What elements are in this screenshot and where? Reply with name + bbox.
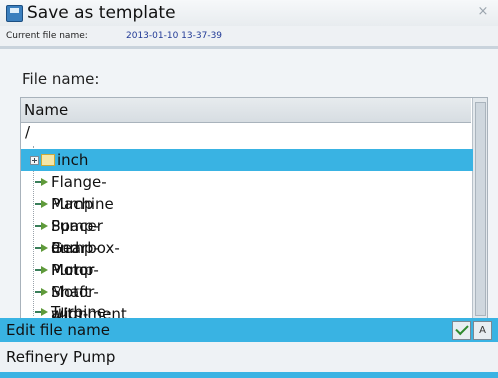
edit-file-name-label: Edit file name	[6, 321, 110, 339]
edit-file-name-bar: Edit file name A	[0, 318, 498, 342]
tree-line	[33, 146, 34, 316]
template-file-icon	[35, 200, 49, 209]
name-column-header[interactable]: Name	[21, 98, 471, 123]
template-file-icon	[35, 266, 49, 275]
template-file-icon	[35, 178, 49, 187]
file-name-input[interactable]	[0, 342, 498, 378]
keyboard-icon[interactable]: A	[473, 321, 492, 340]
scrollbar[interactable]	[472, 98, 487, 319]
folder-label: inch	[57, 151, 89, 169]
folder-icon	[41, 154, 55, 166]
accept-icon[interactable]	[452, 321, 471, 340]
current-file-bar: Current file name: 2013-01-10 13-37-39	[0, 26, 498, 49]
save-icon	[6, 5, 23, 22]
expand-icon[interactable]	[30, 156, 39, 165]
scroll-thumb[interactable]	[475, 102, 486, 316]
root-folder-label[interactable]: /	[25, 123, 30, 141]
template-file-icon	[35, 288, 49, 297]
file-name-label: File name:	[22, 70, 100, 88]
template-file-icon	[35, 222, 49, 231]
column-header-label: Name	[24, 101, 69, 119]
title-bar: Save as template ×	[0, 0, 498, 26]
template-file-icon	[35, 244, 49, 253]
tree-item-folder-inch[interactable]: inch	[21, 149, 473, 171]
window-title: Save as template	[27, 3, 176, 23]
current-file-label: Current file name:	[6, 31, 88, 41]
current-file-value: 2013-01-10 13-37-39	[126, 31, 223, 41]
template-file-icon	[35, 308, 49, 317]
file-browser[interactable]: Name / inch Flange-Machine Pump Spacer a…	[20, 97, 488, 320]
close-icon[interactable]: ×	[476, 5, 490, 19]
